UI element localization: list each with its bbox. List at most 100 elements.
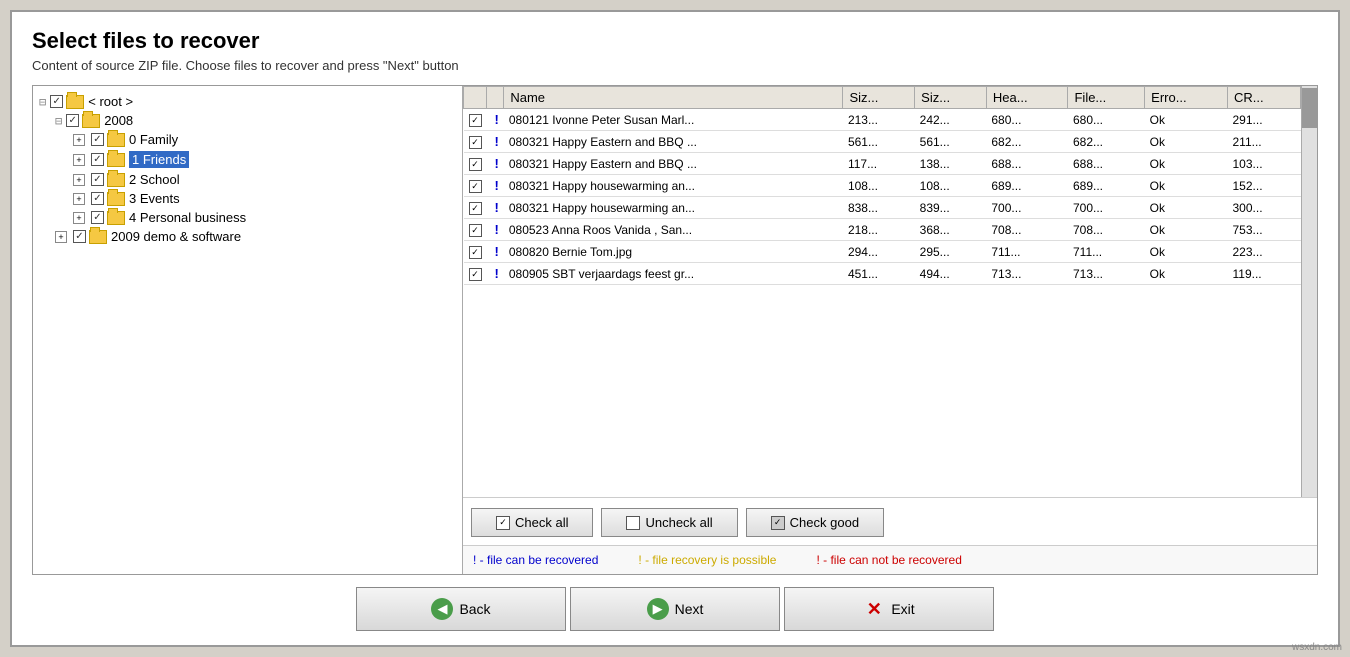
col-header-erro[interactable]: Erro... xyxy=(1145,87,1228,109)
col-header-name[interactable]: Name xyxy=(504,87,843,109)
table-row[interactable]: ! 080820 Bernie Tom.jpg 294... 295... 71… xyxy=(464,241,1301,263)
row-checkbox-cell[interactable] xyxy=(464,153,487,175)
folder-icon-1friends xyxy=(107,153,125,167)
check-all-button[interactable]: Check all xyxy=(471,508,593,537)
page-subtitle: Content of source ZIP file. Choose files… xyxy=(32,58,1318,73)
row-siz1: 294... xyxy=(843,241,915,263)
table-row[interactable]: ! 080321 Happy Eastern and BBQ ... 117..… xyxy=(464,153,1301,175)
row-checkbox-cell[interactable] xyxy=(464,197,487,219)
legend: ! - file can be recovered ! - file recov… xyxy=(463,545,1317,574)
table-buttons: Check all Uncheck all Check good xyxy=(463,497,1317,545)
row-cr: 211... xyxy=(1228,131,1301,153)
tree-item-2school[interactable]: + 2 School xyxy=(37,170,458,189)
col-header-siz1[interactable]: Siz... xyxy=(843,87,915,109)
tree-item-1friends[interactable]: + 1 Friends xyxy=(37,149,458,170)
tree-item-4personal[interactable]: + 4 Personal business xyxy=(37,208,458,227)
tree-checkbox-0family[interactable] xyxy=(91,133,104,146)
folder-icon-4personal xyxy=(107,211,125,225)
row-checkbox[interactable] xyxy=(469,268,482,281)
row-checkbox[interactable] xyxy=(469,202,482,215)
row-checkbox[interactable] xyxy=(469,136,482,149)
tree-item-2009[interactable]: + 2009 demo & software xyxy=(37,227,458,246)
row-checkbox-cell[interactable] xyxy=(464,241,487,263)
expand-btn-0family[interactable]: + xyxy=(73,134,85,146)
expand-btn-2009[interactable]: + xyxy=(55,231,67,243)
back-button[interactable]: ◀ Back xyxy=(356,587,566,631)
next-icon: ▶ xyxy=(647,598,669,620)
tree-checkbox-3events[interactable] xyxy=(91,192,104,205)
row-checkbox[interactable] xyxy=(469,158,482,171)
row-checkbox-cell[interactable] xyxy=(464,263,487,285)
uncheck-all-button[interactable]: Uncheck all xyxy=(601,508,737,537)
tree-checkbox-root[interactable] xyxy=(50,95,63,108)
col-header-siz2[interactable]: Siz... xyxy=(915,87,987,109)
row-file: 689... xyxy=(1068,175,1145,197)
tree-item-0family[interactable]: + 0 Family xyxy=(37,130,458,149)
tree-item-2008[interactable]: ⊟ 2008 xyxy=(37,111,458,130)
row-file: 680... xyxy=(1068,109,1145,131)
tree-item-root[interactable]: ⊟ < root > xyxy=(37,92,458,111)
tree-checkbox-2008[interactable] xyxy=(66,114,79,127)
tree-checkbox-1friends[interactable] xyxy=(91,153,104,166)
row-checkbox-cell[interactable] xyxy=(464,219,487,241)
row-cr: 223... xyxy=(1228,241,1301,263)
file-table-wrapper: Name Siz... Siz... Hea... File... Erro..… xyxy=(463,86,1301,497)
expand-btn-1friends[interactable]: + xyxy=(73,154,85,166)
row-warn-icon: ! xyxy=(495,244,499,259)
row-cr: 152... xyxy=(1228,175,1301,197)
table-row[interactable]: ! 080905 SBT verjaardags feest gr... 451… xyxy=(464,263,1301,285)
exit-icon: ✕ xyxy=(863,598,885,620)
row-file: 700... xyxy=(1068,197,1145,219)
row-warn-cell: ! xyxy=(487,263,504,285)
page-title: Select files to recover xyxy=(32,28,1318,54)
table-row[interactable]: ! 080321 Happy housewarming an... 838...… xyxy=(464,197,1301,219)
row-hea: 713... xyxy=(986,263,1068,285)
row-siz2: 368... xyxy=(915,219,987,241)
row-checkbox-cell[interactable] xyxy=(464,175,487,197)
row-name: 080121 Ivonne Peter Susan Marl... xyxy=(504,109,843,131)
row-checkbox[interactable] xyxy=(469,114,482,127)
expand-btn-3events[interactable]: + xyxy=(73,193,85,205)
row-cr: 753... xyxy=(1228,219,1301,241)
back-icon: ◀ xyxy=(431,598,453,620)
scrollbar-thumb xyxy=(1302,88,1317,128)
row-file: 708... xyxy=(1068,219,1145,241)
tree-checkbox-2school[interactable] xyxy=(91,173,104,186)
row-file: 688... xyxy=(1068,153,1145,175)
col-header-file[interactable]: File... xyxy=(1068,87,1145,109)
table-row[interactable]: ! 080321 Happy Eastern and BBQ ... 561..… xyxy=(464,131,1301,153)
row-checkbox[interactable] xyxy=(469,246,482,259)
exit-button[interactable]: ✕ Exit xyxy=(784,587,994,631)
tree-item-3events[interactable]: + 3 Events xyxy=(37,189,458,208)
tree-checkbox-4personal[interactable] xyxy=(91,211,104,224)
main-panel: Select files to recover Content of sourc… xyxy=(10,10,1340,647)
row-checkbox-cell[interactable] xyxy=(464,109,487,131)
scrollbar[interactable] xyxy=(1301,86,1317,497)
col-header-hea[interactable]: Hea... xyxy=(986,87,1068,109)
tree-label-1friends: 1 Friends xyxy=(129,151,189,168)
legend-yellow: ! - file recovery is possible xyxy=(638,553,776,567)
col-header-warn xyxy=(487,87,504,109)
legend-blue: ! - file can be recovered xyxy=(473,553,598,567)
next-button[interactable]: ▶ Next xyxy=(570,587,780,631)
tree-checkbox-2009[interactable] xyxy=(73,230,86,243)
expand-btn-2school[interactable]: + xyxy=(73,174,85,186)
check-good-icon xyxy=(771,516,785,530)
row-file: 713... xyxy=(1068,263,1145,285)
content-area: ⊟ < root > ⊟ 2008 + xyxy=(32,85,1318,575)
back-label: Back xyxy=(459,601,490,617)
expand-btn-4personal[interactable]: + xyxy=(73,212,85,224)
row-checkbox[interactable] xyxy=(469,224,482,237)
row-warn-icon: ! xyxy=(495,134,499,149)
tree-label-2009: 2009 demo & software xyxy=(111,229,241,244)
table-row[interactable]: ! 080321 Happy housewarming an... 108...… xyxy=(464,175,1301,197)
check-good-label: Check good xyxy=(790,515,859,530)
row-checkbox[interactable] xyxy=(469,180,482,193)
folder-icon-3events xyxy=(107,192,125,206)
table-row[interactable]: ! 080121 Ivonne Peter Susan Marl... 213.… xyxy=(464,109,1301,131)
table-row[interactable]: ! 080523 Anna Roos Vanida , San... 218..… xyxy=(464,219,1301,241)
col-header-cr[interactable]: CR... xyxy=(1228,87,1301,109)
row-checkbox-cell[interactable] xyxy=(464,131,487,153)
tree-label-root: < root > xyxy=(88,94,133,109)
check-good-button[interactable]: Check good xyxy=(746,508,884,537)
